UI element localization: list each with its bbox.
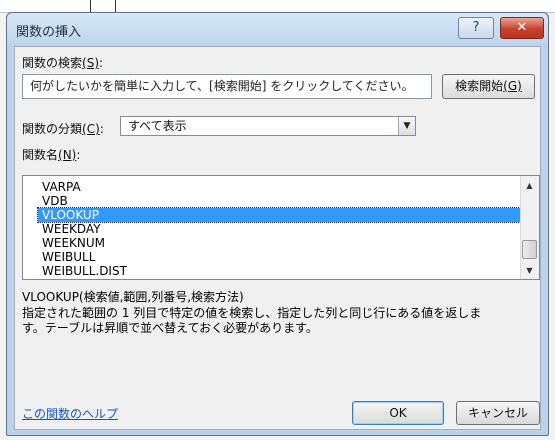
list-item[interactable]: WEIBULL.DIST (38, 264, 520, 278)
list-item[interactable]: WEEKNUM (38, 236, 520, 250)
search-label: 関数の検索(S): (22, 56, 104, 70)
ok-button[interactable]: OK (352, 401, 444, 425)
help-button[interactable]: ? (458, 17, 494, 39)
list-item[interactable]: WEEKDAY (38, 222, 520, 236)
function-list-label: 関数名(N): (22, 148, 81, 162)
function-help-link[interactable]: この関数のヘルプ (22, 405, 118, 422)
search-start-button[interactable]: 検索開始(G) (442, 74, 535, 99)
question-icon: ? (472, 20, 480, 35)
function-description: 指定された範囲の 1 列目で特定の値を検索し、指定した列と同じ行にある値を返しま… (22, 306, 537, 336)
list-item[interactable]: WEIBULL (38, 250, 520, 264)
list-item[interactable]: VDB (38, 194, 520, 208)
search-input[interactable]: 何がしたいかを簡単に入力して、[検索開始] をクリックしてください。 (22, 74, 432, 99)
scroll-down-icon[interactable]: ▼ (520, 265, 539, 277)
scroll-up-icon[interactable]: ▲ (520, 180, 539, 192)
function-list[interactable]: VARPA VDB VLOOKUP WEEKDAY WEEKNUM WEIBUL… (22, 175, 540, 280)
dialog-title: 関数の挿入 (16, 25, 82, 40)
list-item[interactable]: VARPA (38, 180, 520, 194)
description-line: す。テーブルは昇順で並べ替えておく必要があります。 (22, 321, 318, 335)
scroll-thumb[interactable] (522, 240, 537, 259)
cancel-button[interactable]: キャンセル (456, 401, 540, 425)
category-label: 関数の分類(C): (22, 122, 104, 136)
close-icon: ✕ (516, 20, 528, 35)
description-line: 指定された範囲の 1 列目で特定の値を検索し、指定した列と同じ行にある値を返しま (22, 306, 482, 320)
function-syntax: VLOOKUP(検索値,範囲,列番号,検索方法) (22, 290, 244, 304)
list-item-selected[interactable]: VLOOKUP (37, 207, 521, 223)
chevron-down-icon[interactable]: ▼ (398, 117, 415, 135)
category-select[interactable]: すべて表示 (120, 116, 416, 136)
close-button[interactable]: ✕ (500, 17, 544, 39)
